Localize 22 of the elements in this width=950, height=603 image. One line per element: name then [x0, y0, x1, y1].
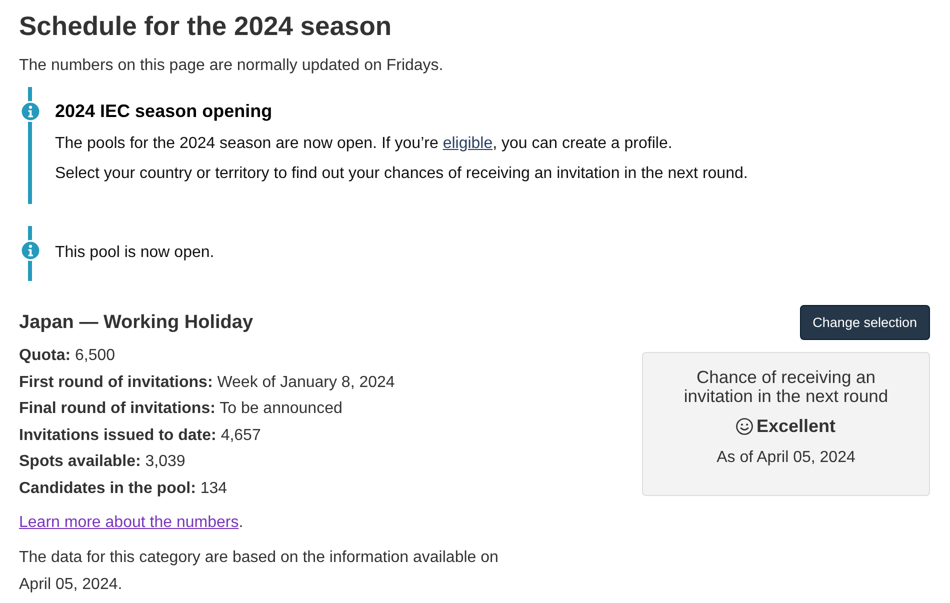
alert-text: Select your country or territory to find out your chances of receiving an invitation in the next round.: [55, 164, 749, 184]
fact-text: First round of invitations: Week of January 8, 2024: [19, 372, 396, 392]
alert-heading: 2024 IEC season opening: [55, 100, 274, 123]
data-note-text: The data for this category are based on the information available on April 05, 2024.: [19, 548, 500, 595]
page-title: Schedule for the 2024 season: [19, 10, 393, 43]
pool-heading: Japan — Working Holiday: [19, 310, 254, 334]
chance-rating: Excellent: [756, 415, 836, 437]
alert-text: This pool is now open.: [55, 243, 216, 263]
change-selection-button[interactable]: Change selection: [800, 305, 930, 340]
alert-text: The pools for the 2024 season are now open. If you’re eligible, you can create a profile.: [55, 134, 674, 154]
chance-title: Chance of receiving an invitation in the next round: [682, 368, 890, 406]
fact-text: Spots available: 3,039: [19, 452, 186, 472]
fact-text: Invitations issued to date: 4,657: [19, 426, 262, 446]
smiley-icon: [736, 418, 754, 434]
eligible-link[interactable]: eligible: [442, 135, 493, 152]
fact-text: Final round of invitations: To be announced: [19, 399, 344, 419]
as-of-date: As of April 05, 2024: [716, 448, 856, 468]
fact-text: Candidates in the pool: 134: [19, 478, 228, 498]
intro-text: The numbers on this page are normally updated on Fridays.: [19, 56, 444, 76]
learn-more-link[interactable]: Learn more about the numbers: [19, 514, 239, 531]
fact-text: Quota: 6,500: [19, 346, 116, 366]
learn-more-text: Learn more about the numbers.: [19, 513, 244, 533]
